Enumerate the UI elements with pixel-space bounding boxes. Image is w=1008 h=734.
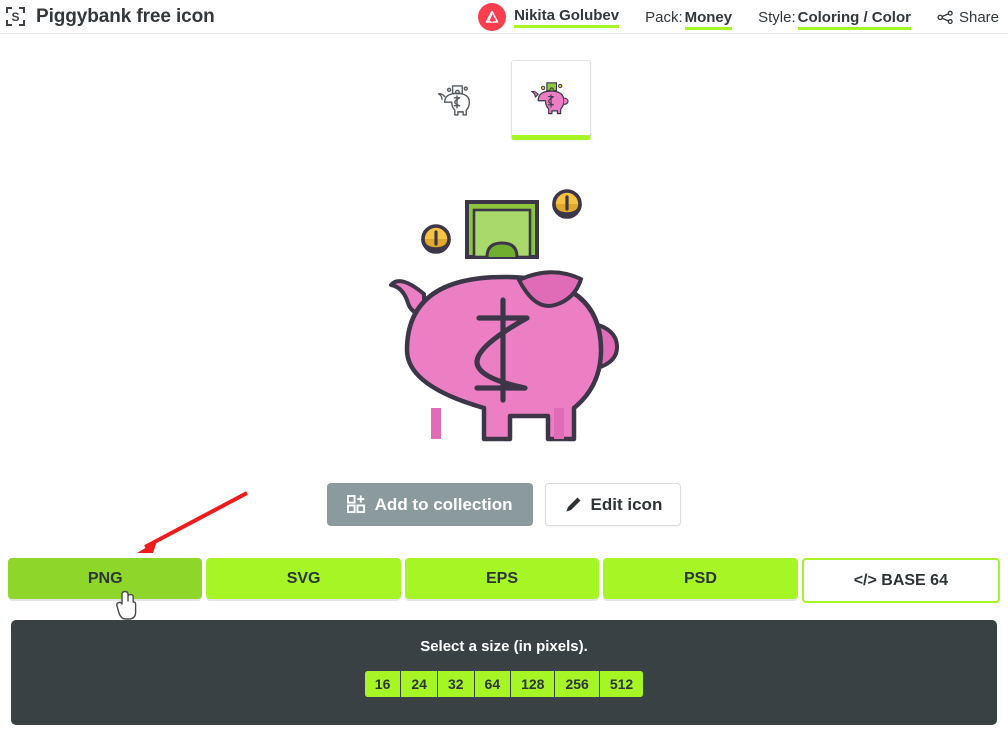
download-svg-button[interactable]: SVG	[206, 558, 401, 599]
pack-label: Pack:	[645, 8, 683, 26]
add-to-collection-button[interactable]: Add to collection	[326, 483, 533, 526]
triangle-logo-icon	[485, 10, 499, 23]
size-options-list: 16 24 32 64 128 256 512	[364, 671, 644, 697]
icon-variant-thumbnails	[0, 60, 1008, 140]
size-selector-title: Select a size (in pixels).	[420, 638, 588, 655]
site-logo-letter: S	[11, 9, 20, 24]
size-selector-panel: Select a size (in pixels). 16 24 32 64 1…	[11, 620, 997, 725]
size-option-128[interactable]: 128	[511, 671, 556, 697]
author-name: Nikita Golubev	[514, 7, 620, 28]
style-label: Style:	[758, 8, 796, 26]
piggybank-color-icon	[531, 82, 569, 115]
icon-actions: Add to collection Edit icon	[0, 483, 1008, 526]
pencil-icon	[565, 497, 581, 512]
download-png-button[interactable]: PNG	[8, 558, 203, 599]
edit-icon-button[interactable]: Edit icon	[544, 483, 682, 526]
share-button[interactable]: Share	[937, 9, 999, 26]
style-value[interactable]: Coloring / Color	[797, 8, 911, 30]
pack-meta: Pack: Money	[645, 8, 733, 30]
piggybank-preview-icon	[389, 188, 619, 441]
icon-preview	[0, 175, 1008, 460]
pack-value[interactable]: Money	[684, 8, 733, 30]
download-eps-button[interactable]: EPS	[404, 558, 600, 599]
add-to-collection-label: Add to collection	[374, 494, 513, 514]
size-option-256[interactable]: 256	[555, 671, 600, 697]
piggybank-outline-icon	[437, 85, 471, 116]
size-option-64[interactable]: 64	[474, 671, 512, 697]
download-base64-button[interactable]: </> BASE 64	[801, 558, 1001, 603]
share-nodes-icon	[937, 10, 953, 24]
author-avatar	[478, 3, 507, 31]
download-format-buttons: PNG SVG EPS PSD </> BASE 64	[8, 558, 1001, 603]
app-header: S Piggybank free icon Nikita Golubev Pac…	[0, 0, 1008, 34]
header-right-group: Nikita Golubev Pack: Money Style: Coloring…	[478, 0, 1008, 34]
style-meta: Style: Coloring / Color	[758, 8, 911, 30]
size-option-24[interactable]: 24	[401, 671, 438, 697]
site-logo-icon[interactable]: S	[6, 7, 25, 26]
piggybank-color-thumb[interactable]	[511, 60, 591, 140]
download-psd-button[interactable]: PSD	[603, 558, 798, 599]
grid-plus-icon	[346, 495, 365, 514]
size-option-512[interactable]: 512	[599, 671, 644, 697]
share-label: Share	[958, 8, 999, 26]
size-option-32[interactable]: 32	[437, 671, 475, 697]
author-link[interactable]: Nikita Golubev	[478, 3, 620, 31]
edit-icon-label: Edit icon	[590, 494, 663, 514]
piggybank-outline-thumb[interactable]	[417, 60, 497, 140]
size-option-16[interactable]: 16	[364, 671, 402, 697]
page-title: Piggybank free icon	[36, 5, 215, 27]
